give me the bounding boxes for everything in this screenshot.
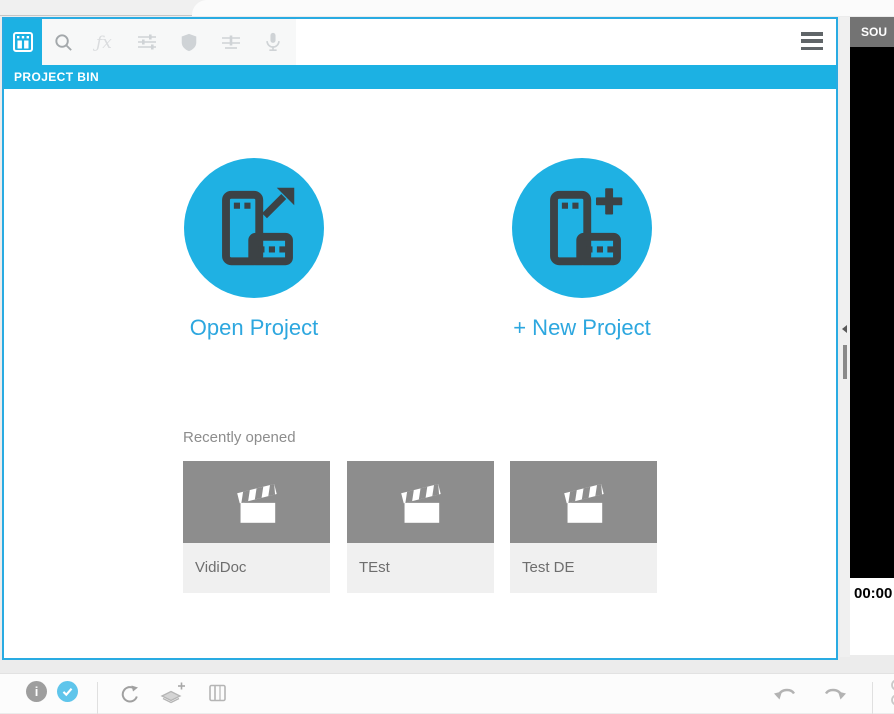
collapse-panel-arrow-icon[interactable] (842, 325, 847, 333)
project-bin-tab-button[interactable] (4, 19, 42, 65)
new-project-button[interactable]: + New Project (442, 158, 722, 341)
project-thumbnail (347, 461, 494, 543)
hamburger-menu-icon[interactable] (801, 32, 823, 50)
new-project-film-icon (540, 186, 624, 270)
project-thumbnail (510, 461, 657, 543)
microphone-icon (263, 31, 283, 53)
source-panel-title: SOU (861, 25, 887, 39)
info-button[interactable]: i (26, 681, 47, 702)
splitter-drag-handle[interactable] (843, 345, 847, 379)
main-toolbar: ƒx (4, 19, 836, 65)
source-panel-header: SOU (850, 17, 894, 47)
recently-opened-heading: Recently opened (183, 429, 296, 446)
mixer-sliders-icon (220, 31, 242, 53)
toolbar-divider (97, 682, 98, 714)
reset-button[interactable] (118, 682, 142, 711)
approve-check-icon (61, 685, 74, 698)
undo-icon (773, 684, 797, 704)
new-project-circle (512, 158, 652, 298)
open-project-circle (184, 158, 324, 298)
project-bin-panel: ƒx (2, 17, 838, 660)
source-panel: SOU 00:00 (850, 17, 894, 655)
open-project-button[interactable]: Open Project (114, 158, 394, 341)
clapperboard-icon (395, 478, 447, 526)
project-name: VidiDoc (183, 543, 330, 593)
redo-icon (823, 684, 847, 704)
open-project-label: Open Project (114, 315, 394, 341)
browser-tab (192, 0, 894, 16)
add-layers-icon (158, 682, 186, 706)
search-icon (53, 32, 74, 53)
recent-project-card[interactable]: TEst (347, 461, 494, 593)
recent-project-card[interactable]: VidiDoc (183, 461, 330, 593)
effects-button[interactable]: ƒx (84, 19, 126, 65)
project-thumbnail (183, 461, 330, 543)
clapperboard-icon (231, 478, 283, 526)
toolbar-icon-group: ƒx (42, 19, 296, 65)
browser-strip (0, 0, 894, 16)
project-bin-icon (12, 31, 34, 53)
panel-splitter[interactable] (840, 17, 850, 657)
project-name: Test DE (510, 543, 657, 593)
open-project-film-icon (212, 186, 296, 270)
recent-project-card[interactable]: Test DE (510, 461, 657, 593)
svg-text:ƒx: ƒx (93, 33, 112, 53)
redo-button[interactable] (823, 684, 847, 709)
undo-button[interactable] (773, 684, 797, 709)
approve-button[interactable] (57, 681, 78, 702)
mixer-button[interactable] (210, 19, 252, 65)
project-name: TEst (347, 543, 494, 593)
reset-history-icon (118, 682, 142, 706)
shield-button[interactable] (168, 19, 210, 65)
adjust-sliders-icon (136, 31, 158, 53)
clipped-edge-button[interactable] (887, 678, 894, 713)
source-timecode: 00:00 (850, 578, 894, 602)
project-bin-title: PROJECT BIN (14, 70, 99, 84)
clapperboard-icon (558, 478, 610, 526)
shield-icon (179, 31, 199, 53)
effects-fx-icon: ƒx (93, 31, 117, 53)
new-project-label: + New Project (442, 315, 722, 341)
bottom-toolbar: i (0, 673, 894, 713)
adjust-button[interactable] (126, 19, 168, 65)
project-bin-header: PROJECT BIN (4, 65, 836, 89)
microphone-button[interactable] (252, 19, 294, 65)
add-layer-button[interactable] (158, 682, 186, 711)
storyboard-icon (208, 683, 228, 703)
search-button[interactable] (42, 19, 84, 65)
toolbar-divider (872, 682, 873, 714)
info-icon: i (35, 684, 39, 699)
source-video-viewport[interactable] (850, 47, 894, 578)
storyboard-button[interactable] (208, 683, 228, 708)
